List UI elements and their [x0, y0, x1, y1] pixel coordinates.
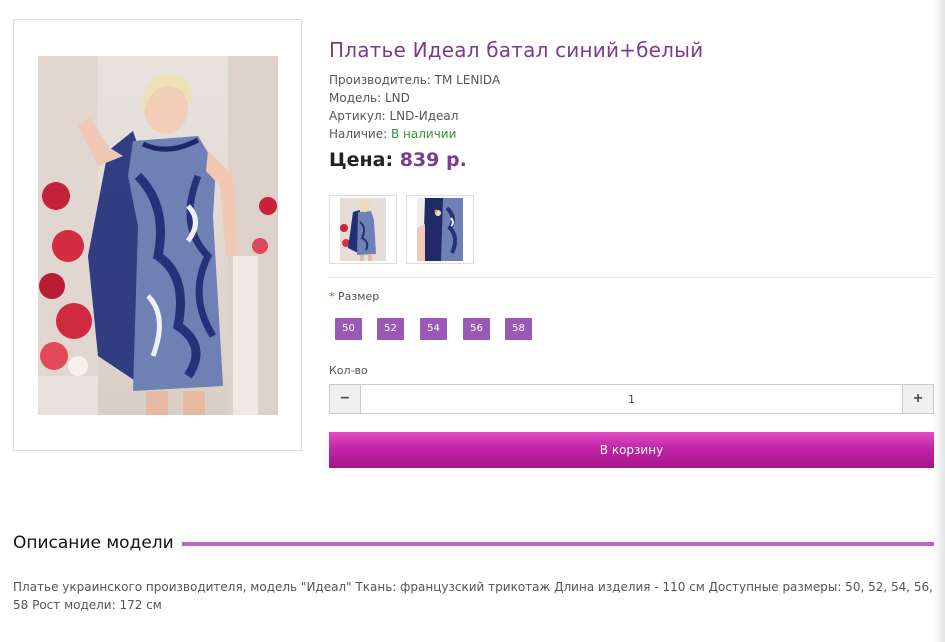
page-edge-shadow: [933, 0, 945, 642]
price: Цена: 839 р.: [329, 149, 467, 171]
thumbnail-dress-detail[interactable]: [406, 195, 474, 264]
price-label: Цена:: [329, 149, 394, 171]
availability-status: В наличии: [390, 127, 457, 141]
divider: [329, 277, 934, 278]
required-mark: *: [329, 290, 335, 303]
size-label-text: Размер: [338, 290, 380, 303]
thumbnail-image: [417, 198, 463, 261]
product-page: Платье Идеал батал синий+белый Производи…: [0, 0, 945, 642]
product-title: Платье Идеал батал синий+белый: [329, 38, 704, 62]
model-text: Модель: LND: [329, 91, 410, 105]
size-label: * Размер: [329, 290, 379, 303]
product-meta: Производитель: ТМ LENIDA Модель: LND Арт…: [329, 71, 500, 143]
availability-label: Наличие:: [329, 127, 391, 141]
size-option-54[interactable]: 54: [420, 318, 447, 340]
size-option-52[interactable]: 52: [377, 318, 404, 340]
plus-icon[interactable]: +: [902, 385, 933, 413]
description-text: Платье украинского производителя, модель…: [13, 580, 933, 612]
manufacturer-text: Производитель: ТМ LENIDA: [329, 73, 501, 87]
article-text: Артикул: LND-Идеал: [329, 109, 459, 123]
size-option-56[interactable]: 56: [463, 318, 490, 340]
quantity-stepper: − +: [329, 384, 934, 414]
size-option-58[interactable]: 58: [505, 318, 532, 340]
minus-icon[interactable]: −: [330, 385, 361, 413]
availability-row: Наличие: В наличии: [329, 125, 500, 143]
price-value: 839 р.: [399, 149, 467, 171]
quantity-input[interactable]: [362, 385, 901, 413]
description-heading: Описание модели: [13, 533, 182, 553]
thumbnail-full-dress[interactable]: [329, 195, 397, 264]
description-heading-rule: [178, 542, 934, 546]
thumbnail-image: [340, 198, 386, 261]
main-product-image-frame[interactable]: [13, 19, 302, 451]
quantity-label: Кол-во: [329, 364, 368, 377]
add-to-cart-button[interactable]: В корзину: [329, 432, 934, 468]
size-option-50[interactable]: 50: [335, 318, 362, 340]
main-product-image[interactable]: [38, 56, 278, 415]
